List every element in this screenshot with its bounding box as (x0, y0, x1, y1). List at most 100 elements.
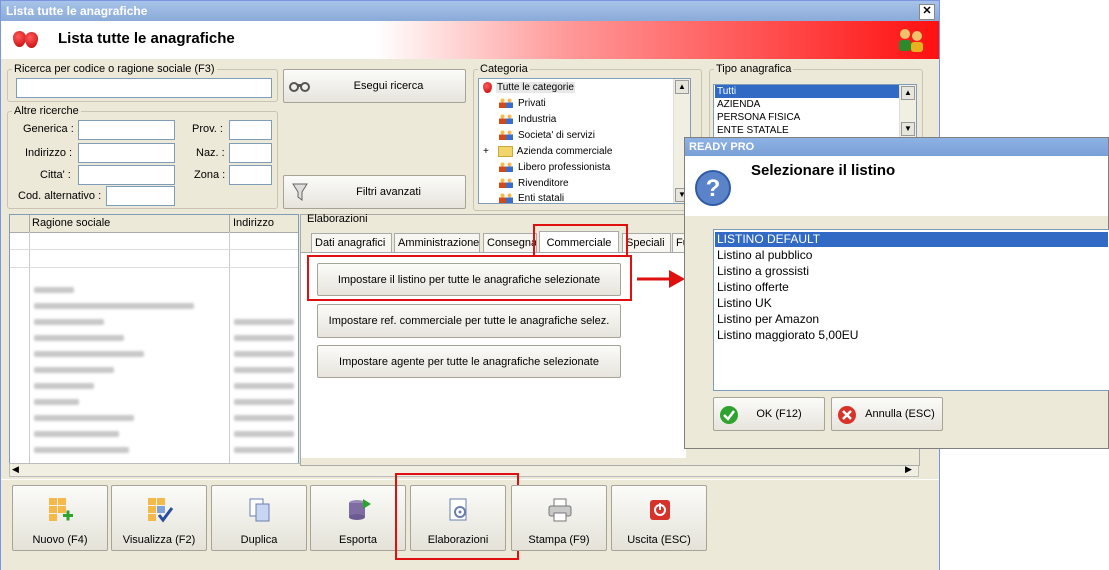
nuovo-button[interactable]: Nuovo (F4) (12, 485, 108, 551)
cod-alternativo-label: Cod. alternativo : (18, 190, 102, 202)
column-header-indirizzo[interactable]: Indirizzo (233, 217, 274, 229)
table-row[interactable] (34, 351, 144, 357)
advanced-filters-button[interactable]: Filtri avanzati (283, 175, 466, 209)
people-icon (499, 178, 514, 189)
citta-label: Citta' : (40, 169, 71, 181)
exit-icon (650, 500, 670, 520)
window-title: Lista tutte le anagrafiche (6, 4, 148, 18)
tab-amministrazione[interactable]: Amministrazione (394, 233, 480, 252)
tree-item-libero-professionista[interactable]: Libero professionista (499, 162, 610, 173)
highlight-tab-commerciale (533, 224, 628, 257)
arrow-right-icon (637, 270, 685, 288)
esporta-button[interactable]: Esporta (310, 485, 406, 551)
stampa-button[interactable]: Stampa (F9) (511, 485, 607, 551)
strawberry-icon (483, 82, 492, 93)
tree-item-societa-servizi[interactable]: Societa' di servizi (499, 130, 595, 141)
ok-button[interactable]: OK (F12) (713, 397, 825, 431)
table-row[interactable] (34, 383, 94, 389)
table-row[interactable] (34, 319, 104, 325)
table-row[interactable] (34, 287, 74, 293)
prov-label: Prov. : (192, 123, 223, 135)
column-header-ragione-sociale[interactable]: Ragione sociale (32, 217, 110, 229)
tipo-item[interactable]: ENTE STATALE (717, 124, 789, 137)
close-button[interactable]: ✕ (919, 4, 935, 20)
uscita-button[interactable]: Uscita (ESC) (611, 485, 707, 551)
naz-input[interactable] (229, 143, 272, 163)
listino-item[interactable]: LISTINO DEFAULT (715, 232, 1108, 247)
anagrafiche-grid[interactable]: Ragione sociale Indirizzo (9, 214, 299, 476)
categoria-tree[interactable]: Tutte le categorie Privati Industria Soc… (478, 78, 691, 204)
tipo-scrollbar[interactable]: ▲ ▼ (899, 85, 916, 137)
scroll-up-icon[interactable]: ▲ (901, 86, 915, 100)
check-icon (720, 406, 738, 424)
listino-item[interactable]: Listino offerte (717, 280, 789, 295)
zona-label: Zona : (194, 169, 226, 181)
filter-funnel-icon (292, 183, 308, 201)
question-icon: ? (695, 170, 731, 206)
users-icon (899, 29, 923, 52)
zona-input[interactable] (229, 165, 272, 185)
generica-input[interactable] (78, 120, 175, 140)
prov-input[interactable] (229, 120, 272, 140)
run-search-label: Esegui ricerca (353, 80, 424, 92)
people-icon (499, 98, 514, 109)
tree-item-azienda-commerciale[interactable]: + Azienda commerciale (483, 146, 612, 157)
search-input[interactable] (16, 78, 272, 98)
people-icon (499, 114, 514, 125)
tab-consegna[interactable]: Consegna (483, 233, 537, 252)
stampa-label: Stampa (F9) (528, 534, 590, 546)
tree-item-privati[interactable]: Privati (499, 98, 546, 109)
nuovo-label: Nuovo (F4) (32, 534, 88, 546)
tipo-item[interactable]: AZIENDA (717, 98, 760, 111)
table-row[interactable] (34, 367, 114, 373)
listino-item[interactable]: Listino per Amazon (717, 312, 819, 327)
citta-input[interactable] (78, 165, 175, 185)
tipo-item[interactable]: Tutti (715, 85, 915, 98)
highlight-set-listino (307, 255, 632, 301)
listino-item[interactable]: Listino maggiorato 5,00EU (717, 328, 858, 343)
tab-dati-anagrafici[interactable]: Dati anagrafici (311, 233, 392, 252)
cod-alternativo-input[interactable] (106, 186, 175, 206)
dialog-heading: Selezionare il listino (751, 162, 896, 179)
table-row[interactable] (34, 303, 194, 309)
scroll-left-icon[interactable]: ◀ (12, 464, 19, 475)
table-row[interactable] (34, 399, 79, 405)
table-row[interactable] (34, 415, 134, 421)
tree-item-rivenditore[interactable]: Rivenditore (499, 178, 569, 189)
tipo-item[interactable]: PERSONA FISICA (717, 111, 800, 124)
indirizzo-input[interactable] (78, 143, 175, 163)
scroll-down-icon[interactable]: ▼ (901, 122, 915, 136)
generica-label: Generica : (23, 123, 74, 135)
scroll-up-icon[interactable]: ▲ (675, 80, 689, 94)
listino-list[interactable]: LISTINO DEFAULT Listino al pubblico List… (713, 229, 1109, 391)
new-grid-icon (49, 498, 73, 521)
window-header: Lista tutte le anagrafiche (1, 21, 939, 59)
listino-item[interactable]: Listino UK (717, 296, 772, 311)
listino-item[interactable]: Listino al pubblico (717, 248, 812, 263)
tab-speciali[interactable]: Speciali (622, 233, 671, 252)
tree-item-tutte[interactable]: Tutte le categorie (483, 82, 575, 94)
cancel-button[interactable]: Annulla (ESC) (831, 397, 943, 431)
export-database-icon (349, 499, 371, 520)
cancel-label: Annulla (ESC) (865, 408, 935, 420)
tipo-anagrafica-legend: Tipo anagrafica (716, 63, 792, 75)
table-row[interactable] (34, 335, 124, 341)
elaborazioni-legend: Elaborazioni (307, 213, 368, 225)
run-search-button[interactable]: Esegui ricerca (283, 69, 466, 103)
duplica-label: Duplica (240, 534, 278, 546)
table-row[interactable] (34, 447, 129, 453)
visualizza-button[interactable]: Visualizza (F2) (111, 485, 207, 551)
set-ref-commerciale-button[interactable]: Impostare ref. commerciale per tutte le … (317, 304, 621, 338)
strawberry-icon (25, 32, 38, 48)
tree-item-enti-statali[interactable]: Enti statali (499, 193, 564, 203)
set-agente-button[interactable]: Impostare agente per tutte le anagrafich… (317, 345, 621, 378)
tree-item-industria[interactable]: Industria (499, 114, 556, 125)
tipo-anagrafica-list[interactable]: Tutti AZIENDA PERSONA FISICA ENTE STATAL… (713, 84, 917, 138)
expand-icon[interactable]: + (483, 146, 492, 157)
table-row[interactable] (34, 431, 119, 437)
folder-icon (497, 146, 513, 157)
listino-item[interactable]: Listino a grossisti (717, 264, 809, 279)
duplica-button[interactable]: Duplica (211, 485, 307, 551)
people-icon (499, 130, 514, 141)
uscita-label: Uscita (ESC) (627, 534, 691, 546)
